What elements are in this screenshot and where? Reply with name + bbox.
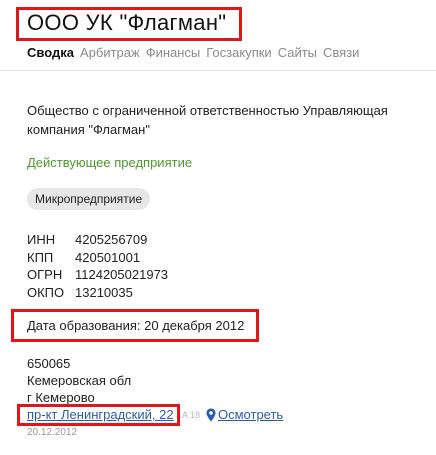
- address-street-link[interactable]: пр-кт Ленинградский, 22: [27, 407, 174, 423]
- code-value: 1124205021973: [75, 267, 169, 282]
- code-key: ОКПО: [27, 284, 65, 300]
- tab-finance[interactable]: Финансы: [146, 44, 201, 62]
- code-value: 4205256709: [75, 232, 148, 247]
- code-row-ogrn: ОГРН 1124205021973: [27, 266, 168, 284]
- code-row-okpo: ОКПО 13210035: [27, 284, 168, 302]
- company-full-name: Общество с ограниченной ответственностью…: [27, 103, 388, 137]
- founding-date: Дата образования: 20 декабря 2012: [27, 318, 245, 333]
- tab-sites[interactable]: Сайты: [278, 44, 317, 62]
- size-badge: Микропредприятие: [27, 188, 151, 210]
- tab-bar: Сводка Арбитраж Финансы Госзакупки Сайты…: [27, 44, 365, 62]
- address-postcode: 650065: [27, 356, 71, 371]
- status-text: Действующее предприятие: [27, 155, 193, 170]
- code-key: КПП: [27, 249, 54, 265]
- tab-summary[interactable]: Сводка: [27, 44, 74, 62]
- tab-connections[interactable]: Связи: [323, 44, 359, 62]
- code-value: 13210035: [75, 284, 133, 300]
- code-value: 420501001: [75, 249, 141, 265]
- map-view-link[interactable]: Осмотреть: [206, 407, 283, 423]
- page-title: ООО УК "Флагман": [27, 10, 227, 35]
- tab-divider: [0, 70, 436, 71]
- code-row-inn: ИНН 4205256709: [27, 231, 168, 249]
- registration-codes: ИНН 4205256709 КПП 420501001 ОГРН 112420…: [27, 231, 168, 301]
- tab-arbitration[interactable]: Арбитраж: [80, 44, 140, 62]
- code-row-kpp: КПП 420501001: [27, 249, 168, 267]
- address-region: Кемеровская обл: [27, 373, 132, 388]
- map-view-label: Осмотреть: [218, 407, 284, 422]
- code-key: ИНН: [27, 232, 56, 247]
- code-key: ОГРН: [27, 267, 63, 282]
- map-pin-icon: [206, 408, 216, 422]
- tab-procurement[interactable]: Госзакупки: [206, 44, 271, 62]
- address-street-suffix: A 18: [182, 410, 201, 420]
- address-date: 20.12.2012: [27, 427, 78, 438]
